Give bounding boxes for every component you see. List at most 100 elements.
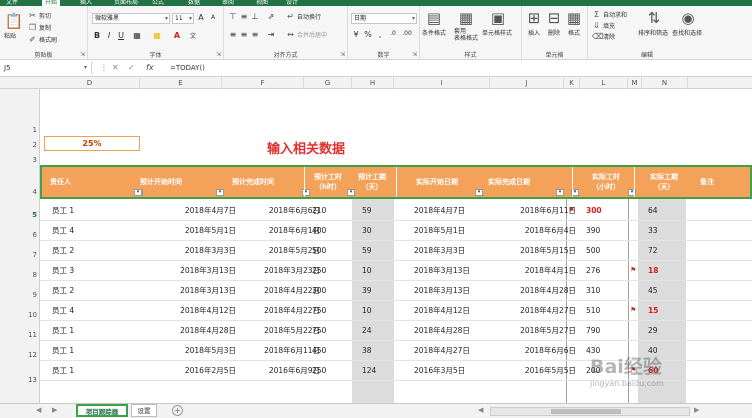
cell-actual-hours[interactable]: 500 bbox=[586, 241, 626, 261]
autosum-button[interactable]: Σ 自动求和 bbox=[592, 10, 627, 19]
delete-cells-button[interactable]: 删除 bbox=[548, 28, 560, 37]
table-row[interactable]: 员工 2 2018年3月3日 2018年5月2日 500 59 2018年3月3日 2018… bbox=[40, 241, 752, 261]
cell-plan-days[interactable]: 30 bbox=[362, 221, 392, 241]
cell-actual-days[interactable]: 18 bbox=[648, 261, 678, 281]
cell-actual-days[interactable]: 33 bbox=[648, 221, 678, 241]
cell-plan-days[interactable]: 38 bbox=[362, 341, 392, 361]
row-header-4[interactable]: 4 bbox=[0, 188, 40, 196]
column-header-f[interactable]: F bbox=[222, 77, 304, 89]
table-row[interactable]: 员工 4 2018年5月1日 2018年6月1日 400 30 2018年5月1日 2018… bbox=[40, 221, 752, 241]
row-header-3[interactable]: 3 bbox=[0, 156, 40, 164]
cell-plan-end[interactable]: 2018年5月2日 bbox=[218, 241, 320, 261]
insert-cells-button[interactable]: 插入 bbox=[528, 28, 540, 37]
cell-actual-end[interactable]: 2016年5月5日 bbox=[480, 361, 576, 381]
paste-icon[interactable]: 📋 bbox=[4, 12, 24, 30]
column-header-l[interactable]: L bbox=[580, 77, 628, 89]
scroll-left-icon[interactable]: ◀ bbox=[478, 406, 483, 414]
row-header-6[interactable]: 6 bbox=[0, 231, 40, 239]
row-header-9[interactable]: 9 bbox=[0, 291, 40, 299]
cell-plan-end[interactable]: 2018年5月22日 bbox=[218, 321, 320, 341]
align-center-icon[interactable]: ≡ bbox=[239, 30, 249, 39]
column-header-h[interactable]: H bbox=[352, 77, 394, 89]
filter-dropdown-icon[interactable]: ▾ bbox=[216, 189, 224, 196]
column-header-d[interactable]: D bbox=[40, 77, 140, 89]
column-header-g[interactable]: G bbox=[304, 77, 352, 89]
cell-actual-hours[interactable]: 300 bbox=[586, 201, 626, 221]
table-row[interactable]: 员工 3 2018年3月13日 2018年3月23日 250 10 2018年3月13日 2… bbox=[40, 261, 752, 281]
cell-owner[interactable]: 员工 1 bbox=[52, 201, 122, 221]
prev-sheet-icon[interactable]: ◀ bbox=[36, 406, 41, 414]
percent-icon[interactable]: % bbox=[363, 30, 373, 39]
cell-actual-end[interactable]: 2018年4月1日 bbox=[480, 261, 576, 281]
cell-actual-end[interactable]: 2018年6月6日 bbox=[480, 341, 576, 361]
filter-dropdown-icon[interactable]: ▾ bbox=[134, 189, 142, 196]
cell-actual-end[interactable]: 2018年6月11日 bbox=[480, 201, 576, 221]
next-sheet-icon[interactable]: ▶ bbox=[52, 406, 57, 414]
cell-plan-days[interactable]: 124 bbox=[362, 361, 392, 381]
conditional-format-button[interactable]: 条件格式 bbox=[422, 28, 446, 37]
cell-actual-hours[interactable]: 510 bbox=[586, 301, 626, 321]
dialog-launcher-icon[interactable]: ⇲ bbox=[412, 51, 417, 58]
cell-owner[interactable]: 员工 4 bbox=[52, 301, 122, 321]
format-cells-icon[interactable]: ▦ bbox=[564, 9, 584, 27]
cell-plan-hours[interactable]: 450 bbox=[312, 341, 352, 361]
cell-actual-days[interactable]: 29 bbox=[648, 321, 678, 341]
orientation-icon[interactable]: ⇗ bbox=[266, 12, 276, 21]
cell-actual-end[interactable]: 2018年5月15日 bbox=[480, 241, 576, 261]
name-box[interactable]: J5 ▾ bbox=[0, 62, 92, 74]
formula-options-icon[interactable]: ⋮ bbox=[100, 62, 108, 74]
cell-owner[interactable]: 员工 2 bbox=[52, 281, 122, 301]
cell-plan-hours[interactable]: 500 bbox=[312, 241, 352, 261]
row-header-8[interactable]: 8 bbox=[0, 271, 40, 279]
cell-actual-hours[interactable]: 790 bbox=[586, 321, 626, 341]
cell-plan-days[interactable]: 10 bbox=[362, 301, 392, 321]
cell-owner[interactable]: 员工 1 bbox=[52, 341, 122, 361]
insert-function-icon[interactable]: fx bbox=[146, 62, 154, 74]
indent-icon[interactable]: ⇥ bbox=[266, 30, 276, 39]
font-name-select[interactable]: 微软雅黑 ▾ bbox=[92, 13, 170, 24]
scroll-right-icon[interactable]: ▶ bbox=[694, 406, 699, 414]
row-header-10[interactable]: 10 bbox=[0, 311, 40, 319]
table-row[interactable]: 员工 2 2018年3月13日 2018年4月22日 300 39 2018年3月13日 2… bbox=[40, 281, 752, 301]
cell-plan-hours[interactable]: 250 bbox=[312, 361, 352, 381]
currency-icon[interactable]: ¥ bbox=[351, 30, 361, 39]
row-header-12[interactable]: 12 bbox=[0, 351, 40, 359]
cut-button[interactable]: ✂ 剪切 bbox=[28, 11, 51, 20]
cell-plan-hours[interactable]: 750 bbox=[312, 321, 352, 341]
row-header-5[interactable]: 5 bbox=[0, 211, 40, 219]
cell-plan-end[interactable]: 2018年4月22日 bbox=[218, 301, 320, 321]
italic-icon[interactable]: I bbox=[104, 31, 114, 40]
cell-actual-days[interactable]: 72 bbox=[648, 241, 678, 261]
fill-color-icon[interactable]: ▦ bbox=[152, 31, 162, 40]
cell-actual-days[interactable]: 45 bbox=[648, 281, 678, 301]
decrease-decimal-icon[interactable]: .00 bbox=[402, 30, 412, 37]
cell-actual-hours[interactable]: 390 bbox=[586, 221, 626, 241]
cell-plan-end[interactable]: 2018年3月23日 bbox=[218, 261, 320, 281]
align-left-icon[interactable]: ≡ bbox=[228, 30, 238, 39]
cell-actual-days[interactable]: 64 bbox=[648, 201, 678, 221]
cell-styles-icon[interactable]: ▣ bbox=[488, 9, 508, 27]
align-right-icon[interactable]: ≡ bbox=[250, 30, 260, 39]
fill-button[interactable]: ⇓ 填充 bbox=[592, 21, 615, 30]
increase-decimal-icon[interactable]: .0 bbox=[388, 30, 398, 37]
shrink-font-icon[interactable]: A bbox=[208, 14, 218, 21]
cell-plan-end[interactable]: 2018年4月22日 bbox=[218, 281, 320, 301]
underline-icon[interactable]: U bbox=[116, 31, 126, 40]
cancel-icon[interactable]: ✕ bbox=[112, 62, 119, 74]
sheet-tab-1[interactable]: 设置 bbox=[131, 404, 157, 417]
dialog-launcher-icon[interactable]: ⇲ bbox=[80, 51, 85, 58]
filter-dropdown-icon[interactable]: ▾ bbox=[475, 189, 483, 196]
cell-plan-hours[interactable]: 750 bbox=[312, 301, 352, 321]
cell-actual-hours[interactable]: 310 bbox=[586, 281, 626, 301]
phonetic-icon[interactable]: 文 bbox=[188, 31, 198, 40]
align-middle-icon[interactable]: ≡ bbox=[239, 12, 249, 21]
dialog-launcher-icon[interactable]: ⇲ bbox=[216, 51, 221, 58]
row-header-7[interactable]: 7 bbox=[0, 251, 40, 259]
cell-styles-button[interactable]: 单元格样式 bbox=[482, 28, 512, 37]
wrap-text-button[interactable]: ↵ 自动换行 bbox=[286, 12, 321, 21]
enter-icon[interactable]: ✓ bbox=[128, 62, 135, 74]
table-row[interactable]: 员工 1 2018年4月7日 2018年6月6日 210 59 2018年4月7日 2018… bbox=[40, 201, 752, 221]
format-as-table-button[interactable]: 套用 表格格式 bbox=[454, 28, 478, 42]
row-header-11[interactable]: 11 bbox=[0, 331, 40, 339]
comma-icon[interactable]: , bbox=[375, 30, 385, 39]
